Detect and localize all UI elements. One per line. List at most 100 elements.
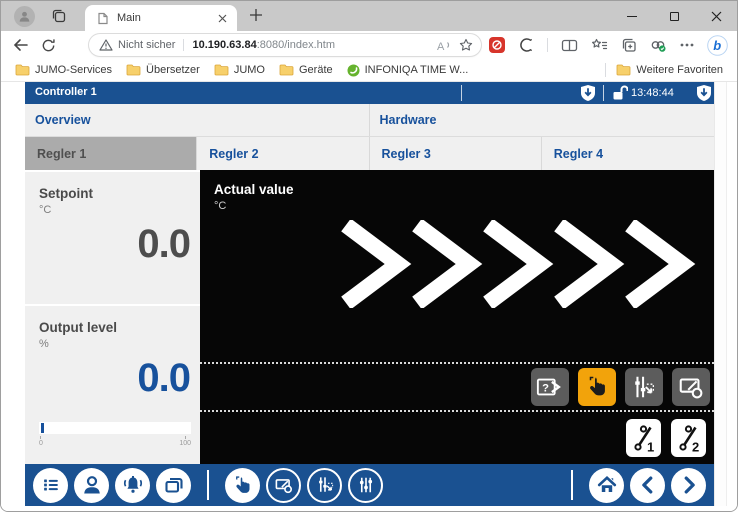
bookmark-folder[interactable]: JUMO xyxy=(214,64,265,76)
bookmark-folder[interactable]: JUMO-Services xyxy=(15,64,112,76)
tab-close-icon[interactable] xyxy=(216,12,229,25)
actual-unit: °C xyxy=(200,197,714,212)
more-options-icon[interactable] xyxy=(680,43,694,47)
unlocked-icon[interactable] xyxy=(612,85,628,101)
browser-tab-main[interactable]: Main xyxy=(85,5,237,31)
screen-off-button[interactable] xyxy=(672,368,710,406)
shield-download-icon[interactable] xyxy=(697,85,711,101)
toolbar-middle-group xyxy=(225,468,383,503)
svg-text:A: A xyxy=(437,41,445,52)
new-tab-button[interactable] xyxy=(249,8,263,22)
svg-text:2: 2 xyxy=(692,440,699,454)
open-switch-icon: 1 xyxy=(630,423,657,453)
parameters-button[interactable] xyxy=(348,468,383,503)
maximize-icon xyxy=(670,12,679,21)
browser-essentials-icon[interactable] xyxy=(650,38,667,53)
divider xyxy=(605,63,606,77)
manual-operation-button[interactable] xyxy=(225,468,260,503)
main-menu-button[interactable] xyxy=(33,468,68,503)
folder-icon xyxy=(126,64,141,76)
actual-value-panel: Actual value °C ? xyxy=(200,170,714,464)
favorite-star-icon[interactable] xyxy=(459,38,473,52)
relay-indicator-2: 2 xyxy=(671,419,706,457)
divider xyxy=(207,470,209,500)
bing-copilot-icon[interactable]: b xyxy=(707,35,728,56)
divider xyxy=(461,85,462,101)
more-favorites-label: Weitere Favoriten xyxy=(636,64,723,76)
divider xyxy=(547,38,548,52)
setpoint-panel: Setpoint °C 0.0 xyxy=(25,172,200,306)
screen-circle-icon xyxy=(273,474,295,496)
more-favorites-button[interactable]: Weitere Favoriten xyxy=(616,64,723,76)
clock-display: 13:48:44 xyxy=(631,87,674,99)
tab-regler-2[interactable]: Regler 2 xyxy=(197,137,369,170)
home-button[interactable] xyxy=(589,468,624,503)
open-switch-icon: 2 xyxy=(675,423,702,453)
split-screen-icon[interactable] xyxy=(561,38,578,53)
scale-max: 100 xyxy=(179,440,191,447)
stacked-windows-icon xyxy=(162,473,186,497)
address-bar[interactable]: Nicht sicher 10.190.63.84:8080/index.htm… xyxy=(89,34,481,56)
bottom-toolbar xyxy=(25,464,714,506)
device-title: Controller 1 xyxy=(35,86,97,98)
toolbar-right-group xyxy=(589,468,706,503)
maximize-button[interactable] xyxy=(653,1,695,31)
output-title: Output level xyxy=(25,306,200,335)
person-icon xyxy=(18,10,31,23)
screens-button[interactable] xyxy=(156,468,191,503)
alarm-button[interactable] xyxy=(115,468,150,503)
chevron-right-icon xyxy=(678,474,700,496)
read-aloud-icon[interactable]: A xyxy=(436,39,451,52)
user-login-button[interactable] xyxy=(74,468,109,503)
refresh-button[interactable] xyxy=(41,38,56,53)
manual-mode-button[interactable] xyxy=(578,368,616,406)
tab-regler-1[interactable]: Regler 1 xyxy=(25,137,197,170)
collections-icon[interactable] xyxy=(621,38,637,53)
not-secure-warning-icon xyxy=(99,39,113,51)
overrange-chevrons xyxy=(340,220,701,308)
back-button[interactable] xyxy=(13,38,29,52)
next-button[interactable] xyxy=(671,468,706,503)
left-panel: Setpoint °C 0.0 Output level % 0.0 0 xyxy=(25,170,200,464)
output-bar-indicator xyxy=(41,423,44,433)
tuning-transfer-icon xyxy=(630,373,658,401)
hand-pointer-icon xyxy=(231,474,254,497)
scrollbar[interactable] xyxy=(714,82,727,506)
folder-icon xyxy=(214,64,229,76)
cookie-extension-icon[interactable] xyxy=(518,37,534,53)
bookmark-folder[interactable]: Geräte xyxy=(279,64,333,76)
home-icon xyxy=(595,473,619,497)
toolbar-left-group xyxy=(33,468,191,503)
tab-hardware[interactable]: Hardware xyxy=(370,104,715,136)
tab-regler-4[interactable]: Regler 4 xyxy=(542,137,714,170)
bookmark-label: INFONIQA TIME W... xyxy=(365,64,469,76)
favorites-hub-icon[interactable] xyxy=(591,38,608,53)
tab-overview[interactable]: Overview xyxy=(25,104,370,136)
output-scale: 0 100 xyxy=(39,436,191,447)
close-button[interactable] xyxy=(695,1,737,31)
tab-regler-3[interactable]: Regler 3 xyxy=(370,137,542,170)
workspaces-icon[interactable] xyxy=(51,8,67,24)
tab-title: Main xyxy=(117,12,216,24)
browser-titlebar: Main xyxy=(1,1,737,31)
main-area: Setpoint °C 0.0 Output level % 0.0 0 xyxy=(25,170,714,464)
bookmark-folder[interactable]: Übersetzer xyxy=(126,64,200,76)
sliders-icon xyxy=(355,474,377,496)
mode-unknown-button[interactable]: ? xyxy=(531,368,569,406)
tuning-button[interactable] xyxy=(307,468,342,503)
previous-button[interactable] xyxy=(630,468,665,503)
shield-download-icon[interactable] xyxy=(581,85,595,101)
adblock-extension-icon[interactable] xyxy=(489,37,505,53)
svg-text:1: 1 xyxy=(647,440,654,454)
minimize-button[interactable] xyxy=(611,1,653,31)
bell-icon xyxy=(121,473,145,497)
screen-off-toolbar-button[interactable] xyxy=(266,468,301,503)
list-menu-icon xyxy=(40,474,62,496)
bookmark-infoniqa[interactable]: INFONIQA TIME W... xyxy=(347,64,469,77)
autotune-button[interactable] xyxy=(625,368,663,406)
profile-avatar[interactable] xyxy=(14,6,35,27)
minimize-icon xyxy=(627,16,637,17)
close-icon xyxy=(711,11,722,22)
output-level-bar xyxy=(39,422,191,434)
relay-indicator-1: 1 xyxy=(626,419,661,457)
